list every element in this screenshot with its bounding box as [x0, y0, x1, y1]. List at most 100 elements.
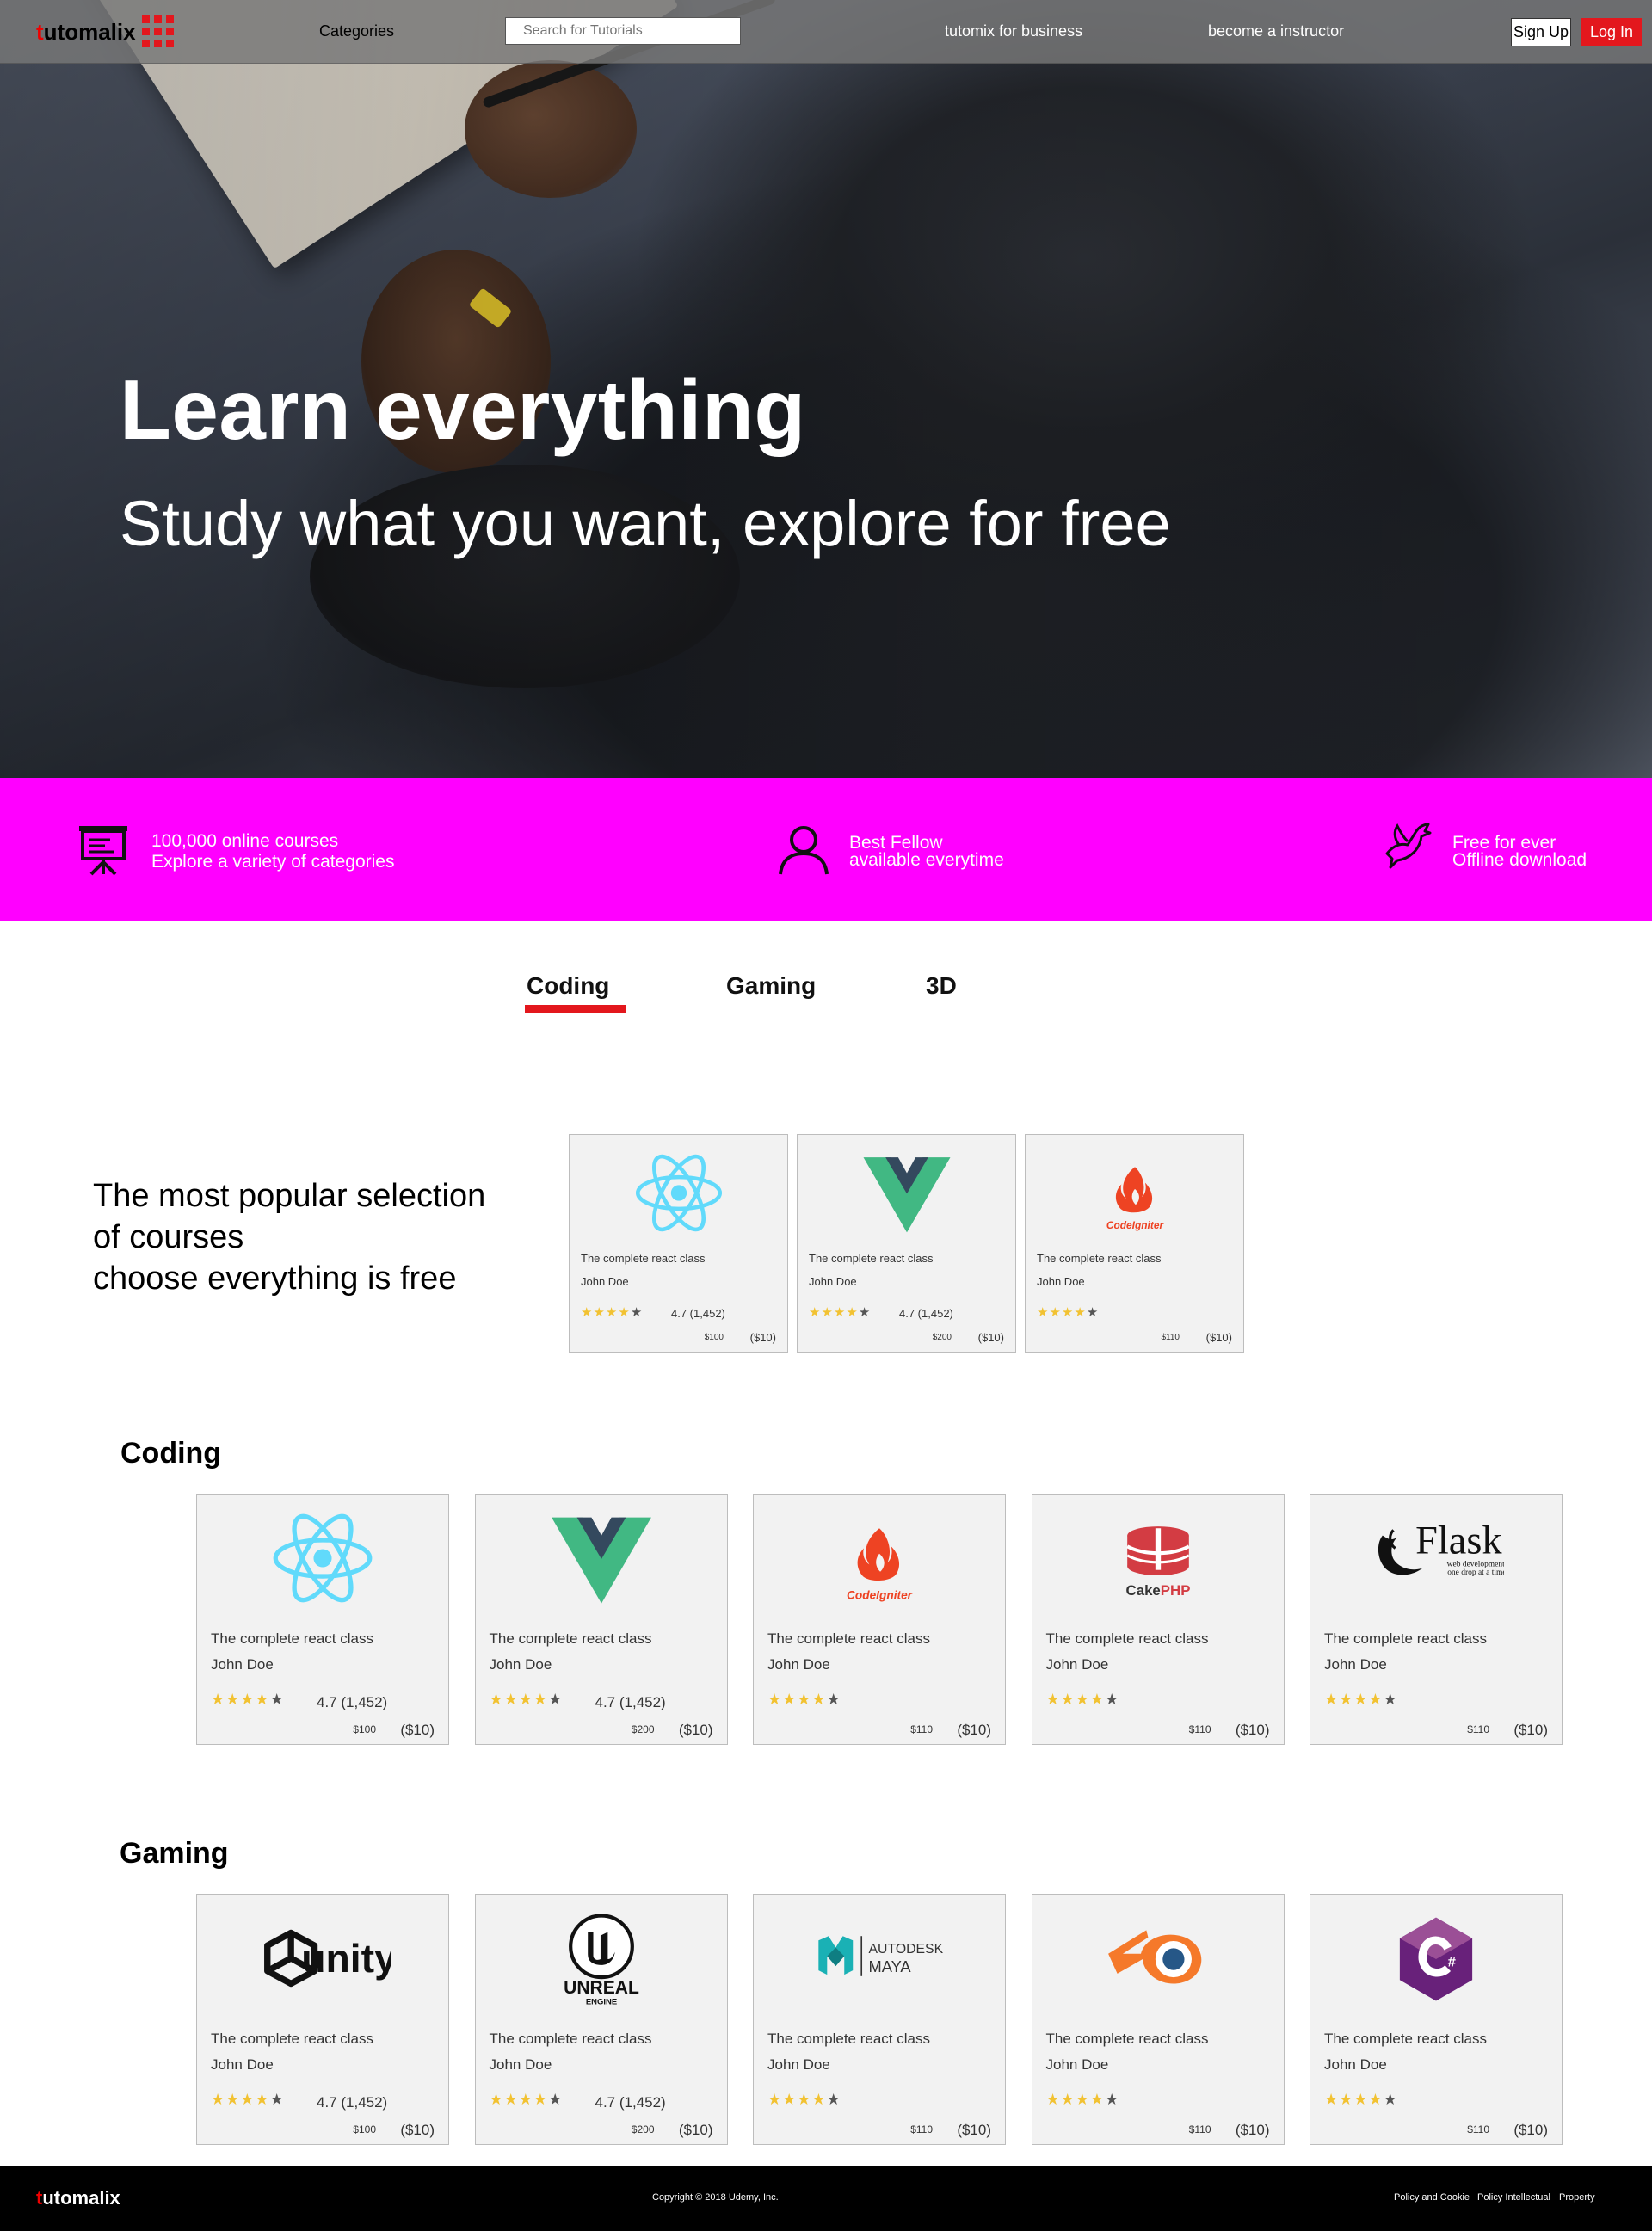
course-author: John Doe — [767, 1656, 830, 1673]
star-rating: ★★★★★ — [211, 1691, 285, 1708]
original-price: $110 — [1467, 2123, 1489, 2135]
original-price: $110 — [910, 1723, 933, 1735]
star-rating: ★★★★★ — [211, 2091, 285, 2108]
course-title[interactable]: The complete react class — [767, 1630, 930, 1648]
footer-link-property[interactable]: Property — [1559, 2192, 1595, 2203]
business-link[interactable]: tutomix for business — [945, 22, 1082, 40]
course-card[interactable]: The complete react class John Doe ★★★★★ … — [1031, 1894, 1285, 2145]
active-tab-indicator — [525, 1005, 626, 1013]
cakephp-logo: CakePHP — [1032, 1505, 1284, 1612]
rating-count: 4.7 (1,452) — [595, 1694, 666, 1710]
course-author: John Doe — [211, 1656, 274, 1673]
search-input[interactable] — [505, 17, 741, 45]
tab-coding[interactable]: Coding — [527, 972, 609, 1000]
course-title[interactable]: The complete react class — [581, 1252, 706, 1265]
svg-text:MAYA: MAYA — [869, 1957, 912, 1975]
course-card[interactable]: CodeIgniter The complete react class Joh… — [753, 1494, 1006, 1745]
star-rating: ★★★★★ — [489, 1691, 564, 1708]
react-logo — [570, 1145, 787, 1240]
course-title[interactable]: The complete react class — [490, 2031, 652, 2048]
course-card[interactable]: The complete react class John Doe ★★★★★ … — [196, 1494, 449, 1745]
star-rating: ★★★★★ — [1045, 1691, 1120, 1708]
vue-logo — [798, 1145, 1015, 1240]
course-card[interactable]: unity The complete react class John Doe … — [196, 1894, 449, 2145]
course-author: John Doe — [489, 2056, 552, 2073]
course-title[interactable]: The complete react class — [490, 1630, 652, 1648]
course-title[interactable]: The complete react class — [211, 1630, 373, 1648]
original-price: $200 — [932, 1333, 952, 1342]
course-card[interactable]: The complete react class John Doe ★★★★★ … — [797, 1134, 1016, 1353]
original-price: $110 — [1161, 1333, 1180, 1342]
brand-logo[interactable]: tutomalix — [36, 19, 136, 46]
star-rating: ★★★★★ — [1037, 1305, 1100, 1320]
log-in-button[interactable]: Log In — [1581, 18, 1642, 46]
svg-text:CodeIgniter: CodeIgniter — [847, 1588, 913, 1601]
original-price: $200 — [631, 1723, 655, 1735]
footer-link-policy-cookie[interactable]: Policy and Cookie — [1394, 2192, 1470, 2203]
svg-text:CodeIgniter: CodeIgniter — [1106, 1218, 1164, 1230]
course-card[interactable]: CodeIgniter The complete react class Joh… — [1025, 1134, 1244, 1353]
course-title[interactable]: The complete react class — [1324, 2031, 1487, 2048]
course-title[interactable]: The complete react class — [1324, 1630, 1487, 1648]
course-card[interactable]: CakePHP The complete react class John Do… — [1031, 1494, 1285, 1745]
sale-price: ($10) — [400, 2122, 435, 2138]
course-title[interactable]: The complete react class — [809, 1252, 934, 1265]
sale-price: ($10) — [1205, 1331, 1232, 1344]
codeigniter-logo: CodeIgniter — [754, 1505, 1005, 1612]
course-author: John Doe — [1324, 2056, 1387, 2073]
become-instructor-link[interactable]: become a instructor — [1208, 22, 1344, 40]
blender-logo — [1032, 1905, 1284, 2012]
svg-text:AUTODESK: AUTODESK — [869, 1942, 944, 1957]
tab-3d[interactable]: 3D — [926, 972, 957, 1000]
course-title[interactable]: The complete react class — [1037, 1252, 1162, 1265]
course-author: John Doe — [767, 2056, 830, 2073]
hero-title: Learn everything — [120, 362, 806, 457]
unity-logo: unity — [197, 1905, 448, 2012]
course-title[interactable]: The complete react class — [1046, 1630, 1209, 1648]
svg-text:#: # — [1448, 1953, 1457, 1969]
apps-grid-icon[interactable] — [142, 15, 175, 48]
course-author: John Doe — [489, 1656, 552, 1673]
unreal-engine-logo: UNREAL ENGINE — [476, 1905, 727, 2012]
course-title[interactable]: The complete react class — [1046, 2031, 1209, 2048]
star-rating: ★★★★★ — [1324, 2091, 1398, 2108]
footer: tutomalix Copyright © 2018 Udemy, Inc. P… — [0, 2166, 1652, 2231]
sign-up-button[interactable]: Sign Up — [1511, 18, 1571, 46]
star-rating: ★★★★★ — [767, 2091, 841, 2108]
original-price: $100 — [353, 2123, 376, 2135]
course-author: John Doe — [1045, 2056, 1109, 2073]
footer-logo[interactable]: tutomalix — [36, 2187, 120, 2209]
popular-heading: The most popular selection of courses ch… — [93, 1178, 486, 1297]
svg-text:CakePHP: CakePHP — [1125, 1582, 1190, 1599]
copyright-text: Copyright © 2018 Udemy, Inc. — [652, 2192, 779, 2203]
top-navbar: tutomalix Categories tutomix for busines… — [0, 0, 1652, 64]
user-icon — [779, 826, 829, 875]
sale-price: ($10) — [957, 2122, 991, 2138]
footer-link-policy-intellectual[interactable]: Policy Intellectual — [1477, 2192, 1550, 2203]
section-title-coding: Coding — [120, 1437, 222, 1470]
sale-price: ($10) — [1513, 2122, 1548, 2138]
course-title[interactable]: The complete react class — [767, 2031, 930, 2048]
rating-count: 4.7 (1,452) — [317, 2094, 388, 2111]
sale-price: ($10) — [957, 1722, 991, 1738]
autodesk-maya-logo: AUTODESK MAYA — [754, 1905, 1005, 2012]
course-card[interactable]: # The complete react class John Doe ★★★★… — [1310, 1894, 1563, 2145]
feature-free: Free for ever Offline download — [1452, 833, 1587, 870]
tab-gaming[interactable]: Gaming — [726, 972, 816, 1000]
course-card[interactable]: The complete react class John Doe ★★★★★ … — [569, 1134, 788, 1353]
sale-price: ($10) — [678, 1722, 713, 1738]
sale-price: ($10) — [1235, 1722, 1270, 1738]
course-author: John Doe — [1324, 1656, 1387, 1673]
feature-fellow: Best Fellow available everytime — [849, 833, 1004, 870]
original-price: $100 — [704, 1333, 724, 1342]
svg-text:ENGINE: ENGINE — [585, 1998, 616, 2007]
course-card[interactable]: AUTODESK MAYA The complete react class J… — [753, 1894, 1006, 2145]
categories-link[interactable]: Categories — [319, 22, 394, 40]
course-card[interactable]: The complete react class John Doe ★★★★★ … — [474, 1494, 728, 1745]
original-price: $110 — [1467, 1723, 1489, 1735]
vue-logo — [476, 1505, 727, 1612]
course-card[interactable]: Flask web development, one drop at a tim… — [1310, 1494, 1563, 1745]
original-price: $100 — [353, 1723, 376, 1735]
course-title[interactable]: The complete react class — [211, 2031, 373, 2048]
course-card[interactable]: UNREAL ENGINE The complete react class J… — [474, 1894, 728, 2145]
